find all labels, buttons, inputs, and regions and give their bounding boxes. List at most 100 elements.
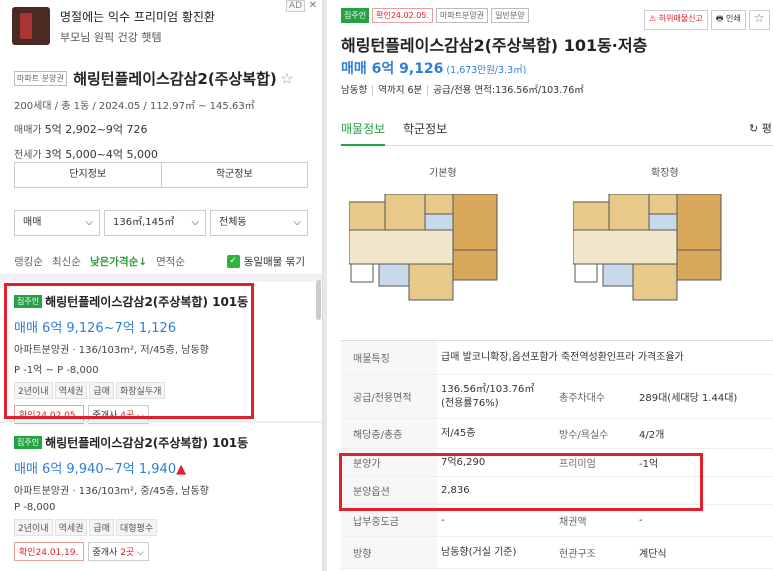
ad-banner[interactable]: 명절에는 익수 프리미엄 황진환 부모님 원픽 건강 햇템 AD ✕ [0, 0, 322, 52]
dong-value: 전체동 [219, 217, 247, 228]
school-info-button[interactable]: 학군정보 [160, 163, 308, 187]
confirm-date-badge: 확인24.02.05. [372, 8, 433, 23]
row-key2: 방수/욕실수 [559, 430, 609, 441]
ad-close-icon[interactable]: ✕ [309, 0, 317, 11]
row-key2: 현관구조 [559, 549, 596, 560]
type-tag: 마파트분양권 [435, 8, 489, 23]
owner-badge: 집주인 [341, 8, 370, 23]
filter-bar: 매매 ⌵ 136㎡,145㎡ ⌵ 전체동 ⌵ [14, 210, 308, 236]
keyword: 급매 [89, 519, 114, 536]
sort-bar: 랭킹순 최신순 낮은가격순↓ 면적순 ✓ 동일매물 묶기 [14, 254, 314, 269]
confirm-date-badge: 확인24.01.19. [14, 542, 84, 561]
sort-latest[interactable]: 최신순 [52, 254, 81, 269]
row-key: 매물특징 [341, 341, 437, 374]
listing-name: 해링턴플레이스감삼2(주상복합) 101동 [45, 436, 249, 450]
sort-ranking[interactable]: 랭킹순 [14, 254, 43, 269]
row-key: 방향 [341, 537, 437, 568]
detail-actions: ⚠ 허위매물신고 🖶 인쇄 ☆ [644, 10, 770, 30]
trade-type-select[interactable]: 매매 ⌵ [14, 210, 100, 236]
divider [0, 421, 322, 423]
checkbox-checked-icon: ✓ [226, 255, 240, 268]
dong-select[interactable]: 전체동 ⌵ [210, 210, 308, 236]
detail-tabs: 매물정보 학군정보 [341, 118, 773, 146]
keyword: 2년이내 [14, 519, 53, 536]
complex-type-tag: 마파트 분양권 [14, 71, 67, 86]
report-fake-listing-button[interactable]: ⚠ 허위매물신고 [644, 10, 708, 30]
owner-badge: 집주인 [14, 436, 43, 449]
detail-tags: 집주인 확인24.02.05. 마파트분양권 일반분양 [341, 8, 529, 23]
trade-type-value: 매매 [23, 217, 42, 228]
agent-count: 2곳 [120, 548, 135, 558]
report-label: 허위매물신고 [658, 14, 703, 23]
area-info: 공급/전용 면적:136.56㎡/103.76㎡ [427, 85, 584, 96]
highlight-box [4, 283, 254, 419]
sale-type-tag: 일반분양 [491, 8, 529, 23]
highlight-box [339, 453, 703, 511]
ad-tag: AD [285, 0, 305, 12]
ad-headline: 명절에는 익수 프리미엄 황진환 [60, 9, 215, 24]
scrollbar[interactable] [316, 280, 321, 320]
chevron-down-icon: ⌵ [85, 217, 93, 228]
print-button[interactable]: 🖶 인쇄 [710, 10, 746, 30]
info-button-row: 단지정보 학군정보 [14, 162, 308, 188]
keyword: 대형평수 [115, 519, 158, 536]
plan-extended-label: 확장형 [651, 168, 679, 179]
detail-price-per-area: (1,673만원/3.3㎡) [446, 65, 527, 76]
detail-price-text: 매매 6억 9,126 [341, 61, 444, 77]
sort-low-price[interactable]: 낮은가격순↓ [90, 254, 147, 269]
print-label: 인쇄 [726, 14, 741, 23]
row-value2: 289대(세대당 1.44대) [639, 393, 738, 404]
row-value: - [441, 514, 445, 526]
detail-meta: 남동향 역까지 6분 공급/전용 면적:136.56㎡/103.76㎡ [341, 82, 584, 96]
row-value2: 계단식 [639, 549, 667, 560]
row-value: 남동향(거실 기준) [441, 546, 517, 558]
area-value: 136㎡,145㎡ [113, 217, 175, 228]
group-same-listings-toggle[interactable]: ✓ 동일매물 묶기 [226, 254, 314, 269]
favorite-star-icon[interactable]: ☆ [280, 70, 293, 88]
keyword: 역세권 [54, 519, 88, 536]
row-key: 공급/전용면적 [341, 375, 437, 418]
tab-listing-info[interactable]: 매물정보 [341, 120, 386, 146]
row-value: 급매 발코니확장,옵션포함가 죽전역성환인프라 가격조율가 [441, 351, 684, 363]
agent-count-button[interactable]: 중개사 2곳 ⌵ [87, 542, 149, 561]
chevron-down-icon: ⌵ [293, 217, 301, 228]
detail-panel: 집주인 확인24.02.05. 마파트분양권 일반분양 ⚠ 허위매물신고 🖶 인… [327, 0, 773, 571]
listing-desc: 아파트분양권 · 136/103m², 중/45층, 남동향 [14, 486, 209, 497]
sale-label: 매매가 [14, 125, 42, 136]
listing-item[interactable]: 집주인 해링턴플레이스감삼2(주상복합) 101동 매매 6억 9,940~7억 … [14, 434, 314, 561]
floor-plan-extended-image[interactable] [573, 194, 725, 304]
sort-area[interactable]: 면적순 [156, 254, 185, 269]
table-row: 방향 남동향(거실 기준) 현관구조 계단식 [341, 537, 773, 569]
listing-keywords: 2년이내 역세권 급매 대형평수 [14, 519, 314, 536]
direction: 남동향 [341, 85, 368, 96]
row-key: 해당층/총층 [341, 419, 437, 448]
complex-info-button[interactable]: 단지정보 [15, 163, 161, 187]
ad-subline: 부모님 원픽 건강 햇템 [60, 30, 162, 44]
price-up-icon: ▲ [176, 462, 187, 477]
listing-panel: 명절에는 익수 프리미엄 황진환 부모님 원픽 건강 햇템 AD ✕ 마파트 분… [0, 0, 323, 571]
sale-range: 5억 2,902~9억 726 [44, 123, 148, 136]
complex-meta: 200세대 / 총 1동 / 2024.05 / 112.97㎡ ~ 145.6… [14, 101, 255, 112]
detail-price: 매매 6억 9,126 (1,673만원/3.3㎡) [341, 58, 526, 78]
table-row: 매물특징 급매 발코니확장,옵션포함가 죽전역성환인프라 가격조율가 [341, 341, 773, 375]
row-value2: 4/2개 [639, 430, 665, 441]
listing-price-text: 매매 6억 9,940~7억 1,940 [14, 462, 177, 477]
group-label: 동일매물 묶기 [243, 256, 305, 268]
complex-name: 해링턴플레이스감삼2(주상복합) [73, 70, 277, 88]
favorite-star-icon[interactable]: ☆ [748, 10, 770, 30]
area-select[interactable]: 136㎡,145㎡ ⌵ [104, 210, 206, 236]
floor-plans: 기본형 확장형 [341, 152, 773, 312]
jeonse-range: 3억 5,000~4억 5,000 [44, 148, 159, 161]
complex-summary: 마파트 분양권 해링턴플레이스감삼2(주상복합) ☆ 200세대 / 총 1동 … [14, 68, 314, 162]
tab-school-info[interactable]: 학군정보 [403, 120, 447, 137]
detail-title: 해링턴플레이스감삼2(주상복합) 101동·저층 [341, 36, 648, 55]
listing-premium: P -8,000 [14, 502, 56, 513]
floor-plan-basic-image[interactable] [349, 194, 501, 304]
station-distance: 역까지 6분 [372, 85, 423, 96]
row-value: 저/45층 [441, 427, 476, 439]
table-row: 해당층/총층 저/45층 방수/욕실수 4/2개 [341, 419, 773, 449]
ad-thumbnail [12, 7, 50, 45]
agent-label: 중개사 [92, 548, 121, 558]
row-key2: 채권액 [559, 517, 587, 528]
pyeong-toggle[interactable]: ↻ 평 [749, 120, 772, 136]
